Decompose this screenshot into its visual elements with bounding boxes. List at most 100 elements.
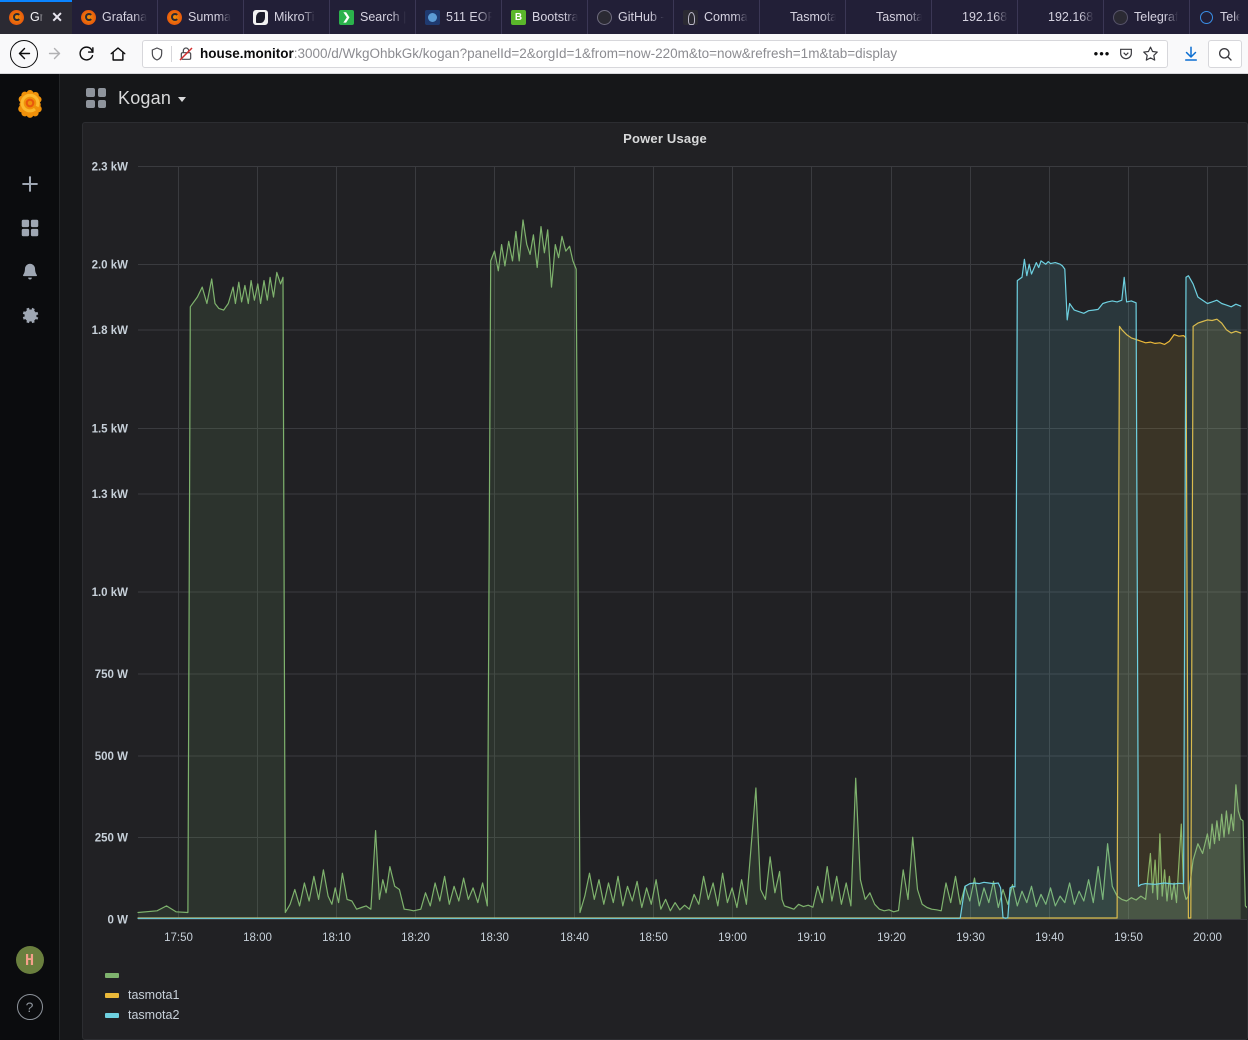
page-actions-icon[interactable]: ••• <box>1091 43 1113 65</box>
graph-panel: Power Usage 0 W250 W500 W750 W1.0 kW1.3 … <box>82 122 1248 1040</box>
svg-text:2.3 kW: 2.3 kW <box>92 162 129 174</box>
blank-icon <box>941 10 956 25</box>
close-icon[interactable]: ✕ <box>49 10 63 24</box>
svg-text:0 W: 0 W <box>108 915 129 927</box>
svg-text:1.0 kW: 1.0 kW <box>92 587 129 599</box>
help-icon[interactable]: ? <box>17 994 43 1020</box>
svg-text:18:50: 18:50 <box>639 932 668 944</box>
browser-tab-title: GitHub - <box>618 10 664 24</box>
blank-icon <box>769 10 784 25</box>
dashboard-header: Kogan <box>60 74 1248 122</box>
url-text[interactable]: house.monitor:3000/d/WkgOhbkGk/kogan?pan… <box>200 46 1085 61</box>
panel-wrapper: Power Usage 0 W250 W500 W750 W1.0 kW1.3 … <box>60 122 1248 1040</box>
svg-text:19:50: 19:50 <box>1114 932 1143 944</box>
legend-item-tasmota2[interactable]: tasmota2 <box>101 1005 1247 1025</box>
grafana-app: H ? Kogan Power Usage 0 W250 W500 W750 W… <box>0 74 1248 1040</box>
svg-text:250 W: 250 W <box>95 833 128 845</box>
browser-tab-title: Search | <box>360 10 406 24</box>
browser-tab-title: Tasmota2 - N <box>876 10 922 24</box>
browser-tab-0[interactable]: Grafa✕ <box>0 0 72 34</box>
browser-tab-title: Telegraf <box>1134 10 1178 24</box>
page-title[interactable]: Kogan <box>118 88 171 109</box>
svg-text:20:00: 20:00 <box>1193 932 1222 944</box>
svg-text:19:30: 19:30 <box>956 932 985 944</box>
browser-tab-2[interactable]: Summa <box>158 0 244 34</box>
legend-item-unnamed[interactable] <box>101 965 1247 985</box>
svg-text:1.3 kW: 1.3 kW <box>92 489 129 501</box>
svg-text:500 W: 500 W <box>95 751 128 763</box>
lock-disabled-icon[interactable] <box>178 46 194 62</box>
svg-text:18:10: 18:10 <box>322 932 351 944</box>
browser-tab-title: Tele <box>1220 10 1240 24</box>
sidebar-item-alerting[interactable] <box>8 250 52 294</box>
svg-text:18:40: 18:40 <box>560 932 589 944</box>
grafana-icon <box>81 10 96 25</box>
browser-tab-8[interactable]: Comma <box>674 0 760 34</box>
address-bar-actions: ••• <box>1091 43 1161 65</box>
legend-color-swatch[interactable] <box>105 993 119 998</box>
address-bar[interactable]: house.monitor:3000/d/WkgOhbkGk/kogan?pan… <box>142 40 1168 68</box>
browser-tab-10[interactable]: Tasmota2 - N <box>846 0 932 34</box>
browser-tab-13[interactable]: Telegraf <box>1104 0 1190 34</box>
browser-tab-1[interactable]: Grafana <box>72 0 158 34</box>
browser-tab-11[interactable]: 192.168.1.11 <box>932 0 1018 34</box>
panel-title[interactable]: Power Usage <box>83 123 1247 150</box>
svg-text:18:00: 18:00 <box>243 932 272 944</box>
bootstrap-icon <box>511 10 526 25</box>
back-button[interactable] <box>10 40 38 68</box>
legend-color-swatch[interactable] <box>105 973 119 978</box>
browser-tab-12[interactable]: 192.168.1.110 <box>1018 0 1104 34</box>
browser-tab-4[interactable]: Search | <box>330 0 416 34</box>
browser-tab-title: Bootstra <box>532 10 578 24</box>
browser-tab-14[interactable]: Tele <box>1190 0 1248 34</box>
browser-tab-7[interactable]: GitHub - <box>588 0 674 34</box>
grafana-logo-icon[interactable] <box>14 88 46 120</box>
mikrotik-icon <box>253 10 268 25</box>
browser-tab-3[interactable]: MikroTi <box>244 0 330 34</box>
forward-button[interactable] <box>38 38 70 70</box>
avatar[interactable]: H <box>16 946 44 974</box>
sidebar-nav: H ? <box>0 74 60 1040</box>
graph-legend: tasmota1 tasmota2 <box>83 961 1247 1039</box>
browser-tab-title: Grafana <box>102 10 147 24</box>
legend-label: tasmota1 <box>128 988 179 1002</box>
bookmark-star-icon[interactable] <box>1139 43 1161 65</box>
browser-search-button[interactable] <box>1208 40 1242 68</box>
browser-tab-5[interactable]: 511 EOP <box>416 0 502 34</box>
home-button[interactable] <box>102 38 134 70</box>
sidebar-item-configuration[interactable] <box>8 294 52 338</box>
browser-navigation-bar: house.monitor:3000/d/WkgOhbkGk/kogan?pan… <box>0 34 1248 74</box>
sidebar-item-create-add[interactable] <box>8 162 52 206</box>
blank-icon <box>855 10 870 25</box>
svg-text:18:20: 18:20 <box>401 932 430 944</box>
browser-tab-6[interactable]: Bootstra <box>502 0 588 34</box>
reload-button[interactable] <box>70 38 102 70</box>
grafana-icon <box>167 10 182 25</box>
browser-tab-9[interactable]: Tasmota - M <box>760 0 846 34</box>
chevron-down-icon[interactable] <box>178 97 186 102</box>
shield-icon[interactable] <box>149 46 165 62</box>
browser-tab-title: 192.168.1.110 <box>1048 10 1094 24</box>
address-bar-divider <box>171 46 172 62</box>
svg-text:1.8 kW: 1.8 kW <box>92 325 129 337</box>
svg-text:19:10: 19:10 <box>797 932 826 944</box>
comma-icon <box>683 10 698 25</box>
svg-text:19:20: 19:20 <box>877 932 906 944</box>
svg-text:17:50: 17:50 <box>164 932 193 944</box>
blank-icon <box>1027 10 1042 25</box>
legend-color-swatch[interactable] <box>105 1013 119 1018</box>
legend-item-tasmota1[interactable]: tasmota1 <box>101 985 1247 1005</box>
svg-text:1.5 kW: 1.5 kW <box>92 423 129 435</box>
browser-tab-title: Summa <box>188 10 231 24</box>
dashboard-grid-icon[interactable] <box>86 88 106 108</box>
downloads-button[interactable] <box>1176 45 1206 63</box>
pocket-icon[interactable] <box>1115 43 1137 65</box>
browser-tab-title: Comma <box>704 10 748 24</box>
browser-tab-title: Tasmota - M <box>790 10 836 24</box>
sidebar-item-dashboards[interactable] <box>8 206 52 250</box>
github-icon <box>597 10 612 25</box>
graph-plot-area[interactable]: 0 W250 W500 W750 W1.0 kW1.3 kW1.5 kW1.8 … <box>83 150 1247 961</box>
browser-chrome: Grafa✕ Grafana Summa MikroTi Search | 511 EOP… <box>0 0 1248 74</box>
svg-text:18:30: 18:30 <box>480 932 509 944</box>
grafana-icon <box>9 10 24 25</box>
